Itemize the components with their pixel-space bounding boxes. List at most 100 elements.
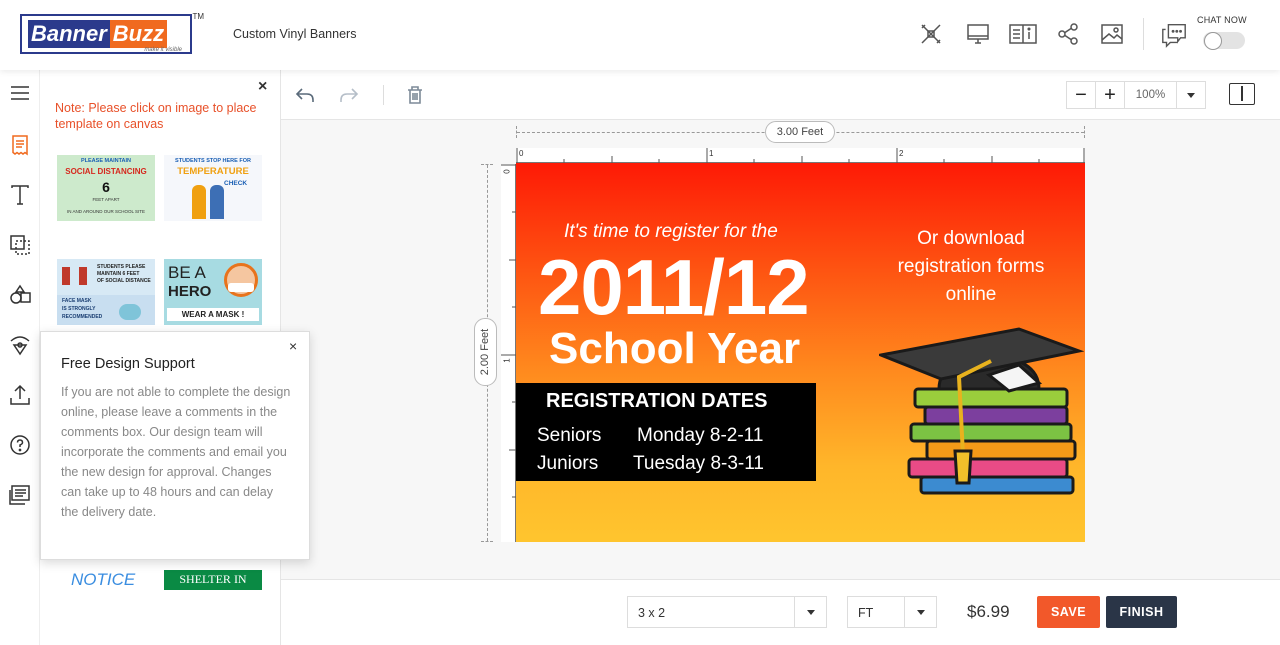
toggle-knob <box>1204 32 1222 50</box>
thumb-text: MAINTAIN 6 FEET <box>97 271 140 277</box>
template-thumbnail[interactable]: STUDENTS PLEASE MAINTAIN 6 FEET OF SOCIA… <box>57 259 155 325</box>
graduation-cap-books-icon[interactable] <box>879 325 1084 501</box>
thumb-text: BE A <box>168 263 206 282</box>
download-line: Or download <box>917 228 1025 249</box>
size-select[interactable]: 3 x 2 <box>627 596 827 628</box>
width-label: 3.00 Feet <box>765 121 835 143</box>
thumb-text: STUDENTS STOP HERE FOR <box>175 158 251 164</box>
thumb-text: SOCIAL DISTANCING <box>65 167 147 176</box>
thumb-text: CHECK <box>224 180 248 187</box>
ruler-left-ticks <box>501 164 516 498</box>
banner-school-year[interactable]: School Year <box>549 325 800 373</box>
support-title: Free Design Support <box>61 356 195 372</box>
template-thumbnail[interactable]: SHELTER IN <box>164 570 262 590</box>
thumb-text: IN AND AROUND OUR SCHOOL SITE <box>66 209 146 214</box>
chat-toggle[interactable] <box>1203 32 1245 50</box>
toolbar-divider <box>383 85 384 105</box>
upload-icon[interactable] <box>4 379 36 411</box>
zoom-value[interactable]: 100% <box>1125 82 1177 108</box>
ruler-label: 0 <box>502 169 512 174</box>
zoom-in-button[interactable]: + <box>1096 82 1125 108</box>
banner-download-text[interactable]: Or download registration forms online <box>881 225 1061 309</box>
thumb-figure <box>62 267 70 285</box>
chat-icon[interactable] <box>1160 21 1188 49</box>
template-thumbnail[interactable]: NOTICE <box>57 570 155 636</box>
registration-when: Tuesday 8-3-11 <box>633 453 764 474</box>
thumb-text: FEET APART <box>92 197 120 202</box>
canvas-toolbar: − + 100% <box>281 70 1280 120</box>
thumb-figure <box>79 267 87 285</box>
canvas-area: 3.00 Feet 2.00 Feet 0 1 2 0 1 It's time … <box>281 120 1280 579</box>
save-button[interactable]: SAVE <box>1037 596 1100 628</box>
registration-who: Juniors <box>537 453 599 474</box>
help-icon[interactable] <box>4 429 36 461</box>
thumb-figure <box>192 185 206 219</box>
menu-icon[interactable] <box>4 77 36 109</box>
size-select-value: 3 x 2 <box>638 606 666 620</box>
zoom-control: − + 100% <box>1066 81 1206 109</box>
registration-title: REGISTRATION DATES <box>546 390 768 412</box>
registration-who: Seniors <box>537 425 602 446</box>
ruler-left: 0 1 <box>501 164 516 542</box>
zoom-out-button[interactable]: − <box>1067 82 1096 108</box>
image-icon[interactable] <box>1098 20 1126 48</box>
template-thumbnail[interactable]: STUDENTS STOP HERE FOR TEMPERATURE CHECK <box>164 155 262 221</box>
registration-box[interactable]: REGISTRATION DATES Seniors Monday 8-2-11… <box>516 383 816 481</box>
undo-icon[interactable] <box>292 82 318 108</box>
finish-button[interactable]: FINISH <box>1106 596 1177 628</box>
book-info-icon[interactable] <box>1007 20 1039 48</box>
banner-year[interactable]: 2011/12 <box>538 247 810 327</box>
download-line: registration forms <box>897 256 1045 277</box>
redo-icon[interactable] <box>336 82 362 108</box>
chevron-down-icon <box>1187 92 1195 98</box>
banner-tagline[interactable]: It's time to register for the <box>564 221 778 243</box>
left-tool-rail <box>0 70 40 645</box>
thumb-text: STUDENTS PLEASE <box>97 264 146 270</box>
registration-when: Monday 8-2-11 <box>637 425 764 446</box>
ruler-label: 2 <box>899 149 904 158</box>
thumb-figure <box>228 283 254 292</box>
app-header: Banner Buzz make it visible TM Custom Vin… <box>0 0 1280 70</box>
templates-icon[interactable] <box>4 129 36 161</box>
thumb-text: OF SOCIAL DISTANCE <box>97 278 151 284</box>
logo-tagline: make it visible <box>144 47 182 53</box>
template-thumbnail[interactable]: PLEASE MAINTAIN SOCIAL DISTANCING 6 FEET… <box>57 155 155 221</box>
ruler-top: 0 1 2 <box>516 148 1085 163</box>
logo-part1: Banner <box>28 20 110 48</box>
design-tools-icon[interactable] <box>917 20 945 48</box>
unit-select-value: FT <box>858 606 874 620</box>
support-close-icon[interactable]: × <box>289 338 297 354</box>
ruler-label: 0 <box>519 149 524 158</box>
height-label: 2.00 Feet <box>479 328 492 376</box>
thumb-text: NOTICE <box>71 570 136 589</box>
thumb-text: IS STRONGLY <box>62 306 96 312</box>
panel-close-icon[interactable]: × <box>258 78 267 96</box>
thumb-text: WEAR A MASK ! <box>167 308 259 321</box>
panel-note: Note: Please click on image to place tem… <box>55 101 257 131</box>
ruler-top-ticks <box>516 148 1085 163</box>
brand-logo[interactable]: Banner Buzz make it visible TM <box>20 12 204 54</box>
clipart-icon[interactable] <box>4 329 36 361</box>
unit-select[interactable]: FT <box>847 596 937 628</box>
chevron-down-icon[interactable] <box>904 597 936 627</box>
toggle-panel-icon[interactable] <box>1229 83 1255 105</box>
text-tool-icon[interactable] <box>4 179 36 211</box>
banner-design[interactable]: It's time to register for the 2011/12 Sc… <box>516 163 1085 542</box>
template-thumbnail[interactable]: BE A HERO WEAR A MASK ! <box>164 259 262 325</box>
logo-tm: TM <box>192 12 204 21</box>
comments-icon[interactable] <box>4 479 36 511</box>
shapes-icon[interactable] <box>4 279 36 311</box>
layers-icon[interactable] <box>4 229 36 261</box>
zoom-dropdown[interactable] <box>1177 82 1205 108</box>
page-title: Custom Vinyl Banners <box>233 27 357 41</box>
header-divider <box>1143 18 1144 50</box>
bottom-bar: 3 x 2 FT $6.99 SAVE FINISH <box>281 579 1280 645</box>
chevron-down-icon[interactable] <box>794 597 826 627</box>
delete-icon[interactable] <box>402 82 428 108</box>
monitor-icon[interactable] <box>964 20 992 48</box>
chat-now-label: CHAT NOW <box>1197 15 1247 25</box>
support-body: If you are not able to complete the desi… <box>61 385 291 519</box>
thumb-text: HERO <box>168 283 212 300</box>
thumb-text: FACE MASK <box>62 298 92 304</box>
share-icon[interactable] <box>1054 20 1082 48</box>
